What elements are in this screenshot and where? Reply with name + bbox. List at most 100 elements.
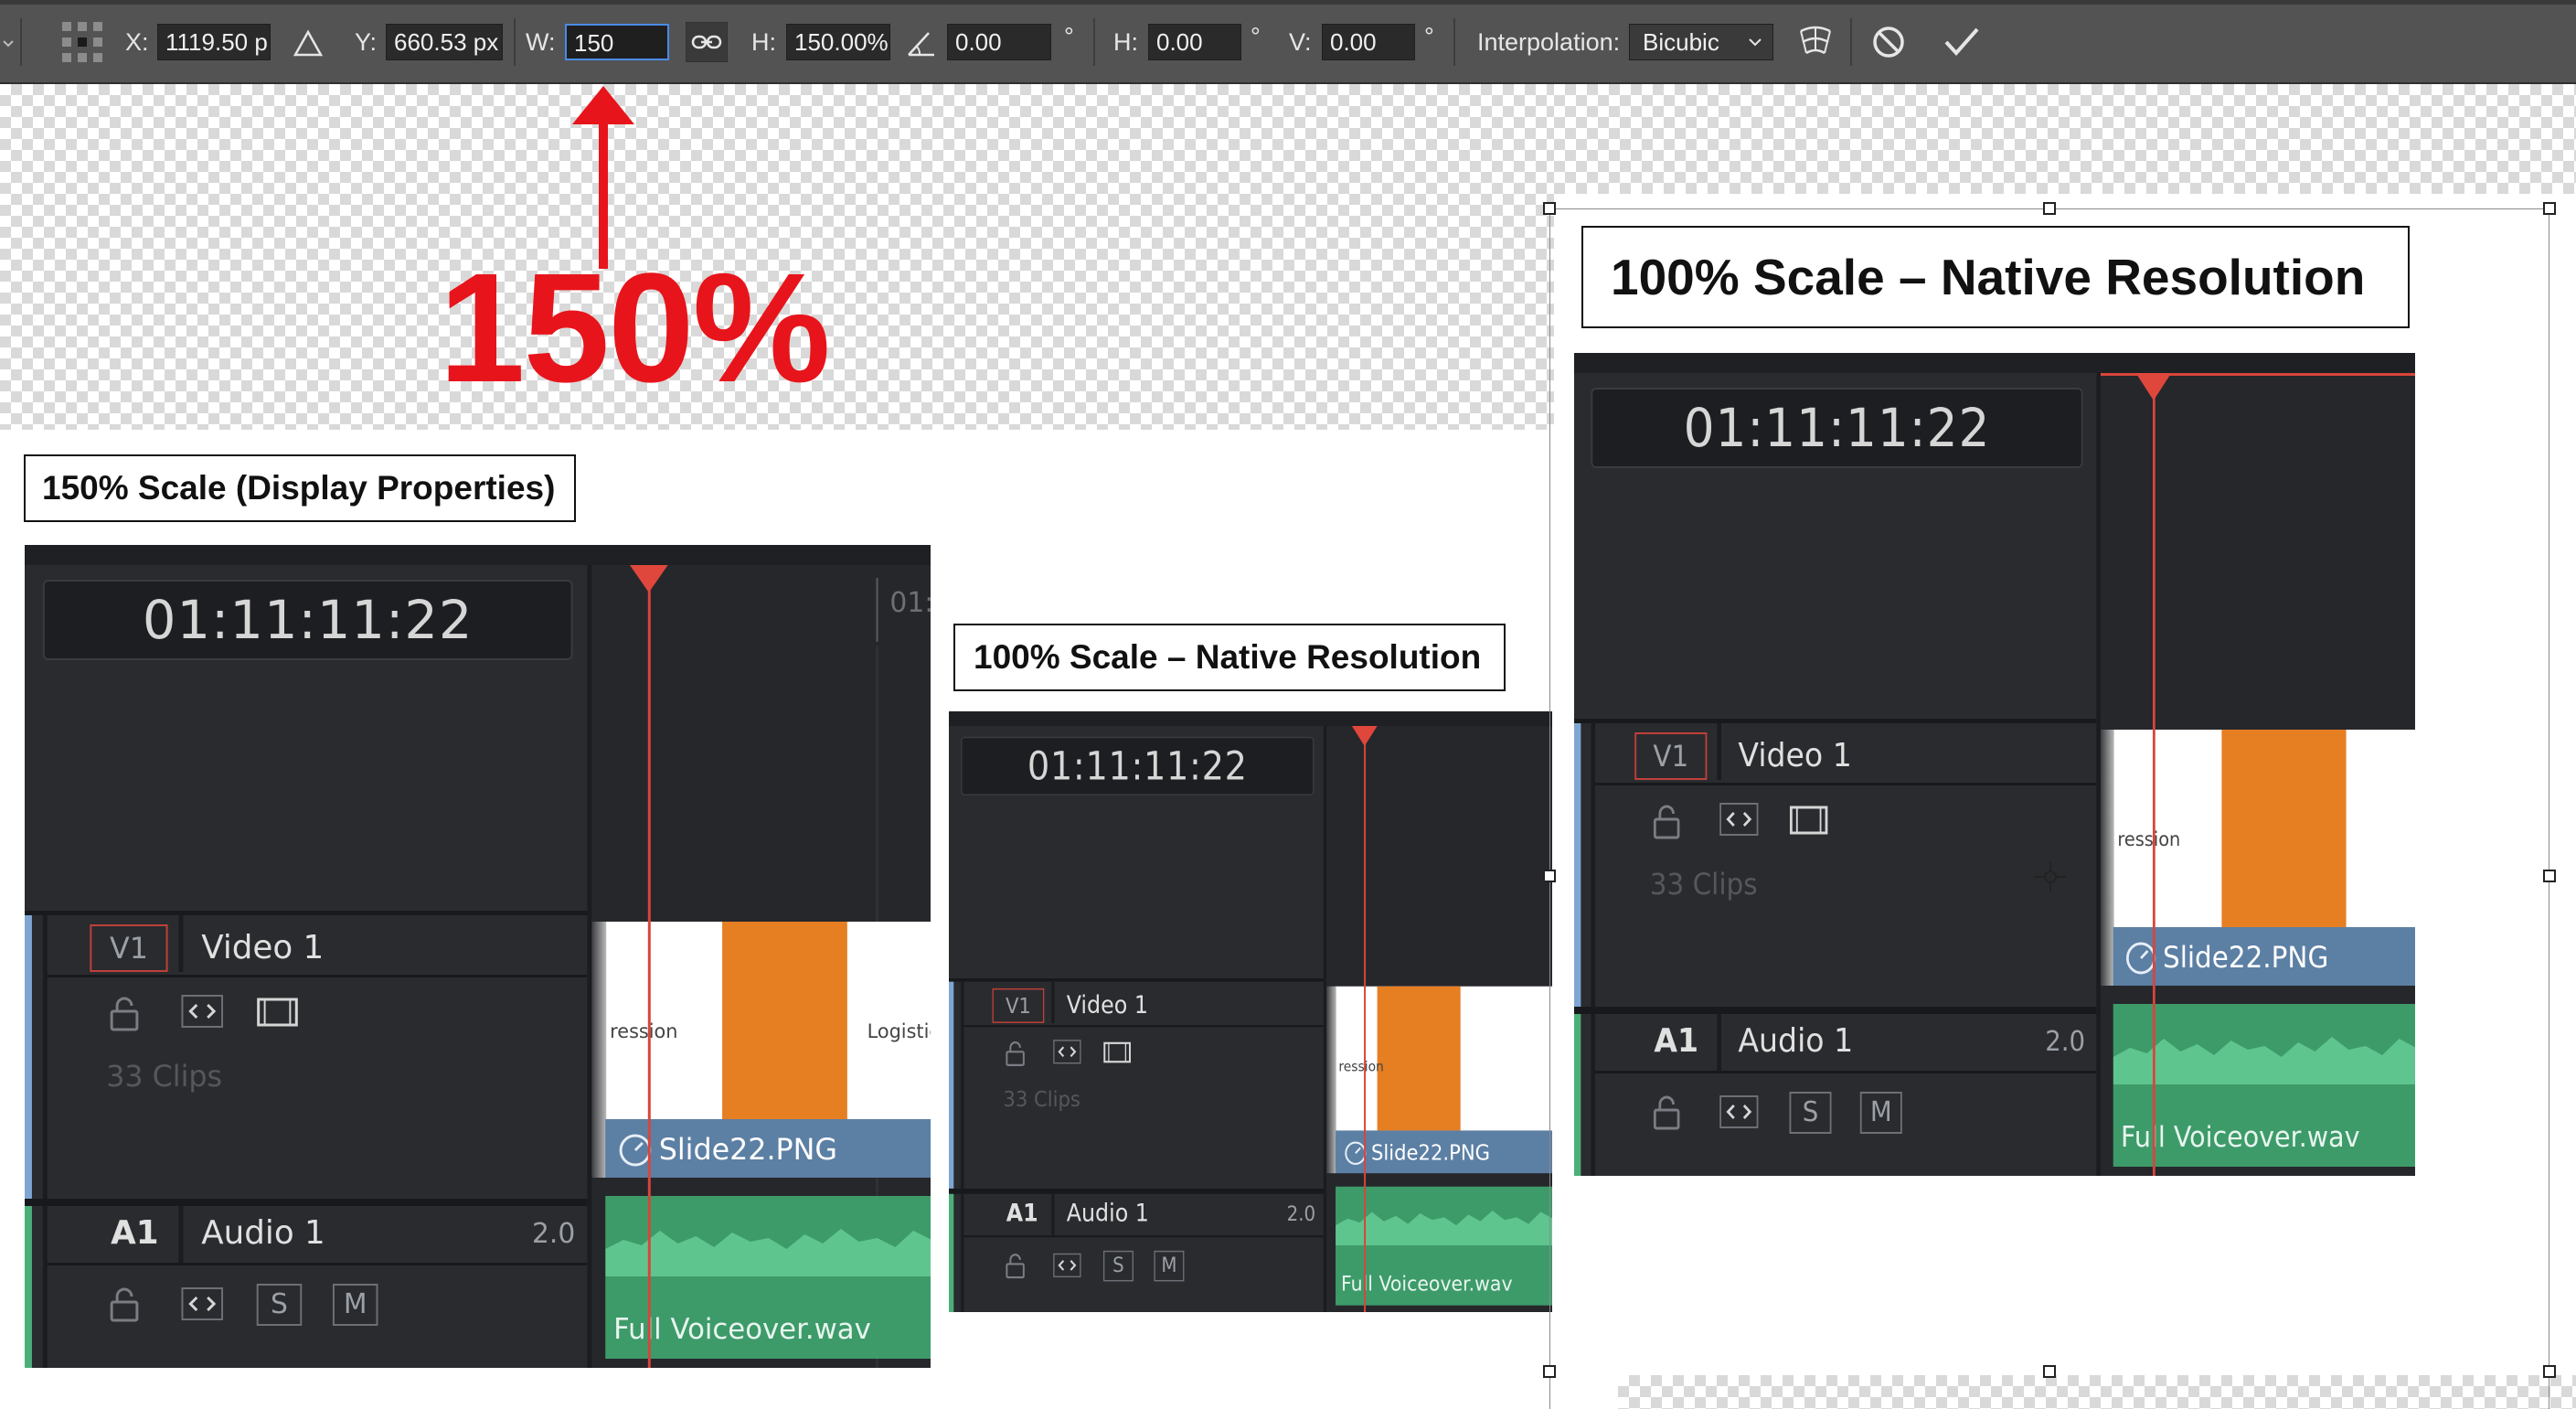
slide-orange-block bbox=[1377, 986, 1461, 1131]
transform-handle-middle-left[interactable] bbox=[1543, 870, 1556, 882]
video-track-badge[interactable]: V1 bbox=[90, 924, 168, 972]
track-color-divider bbox=[961, 1193, 964, 1312]
track-color-divider bbox=[961, 981, 964, 1189]
timeline-panel-native-small: 01:11:11:22 V1 Video 1 33 Clips A1 Audio… bbox=[949, 711, 1552, 1312]
audio-waveform bbox=[1336, 1211, 1552, 1245]
slide-text: ression bbox=[610, 1020, 678, 1042]
solo-button[interactable]: S bbox=[1102, 1250, 1134, 1282]
auto-select-icon[interactable] bbox=[181, 995, 224, 1028]
audio-clip-name: Full Voiceover.wav bbox=[1341, 1272, 1513, 1297]
playhead-marker[interactable] bbox=[629, 565, 668, 592]
height-input[interactable]: 150.00% bbox=[786, 24, 890, 60]
mute-button[interactable]: M bbox=[332, 1284, 378, 1326]
transform-center-crosshair-icon[interactable] bbox=[2035, 861, 2066, 897]
transform-handle-top-center[interactable] bbox=[2043, 202, 2056, 215]
audio-channel-format: 2.0 bbox=[531, 1218, 576, 1250]
x-position-input[interactable]: 1119.50 p bbox=[157, 24, 271, 60]
audio-track-badge[interactable]: A1 bbox=[1006, 1200, 1038, 1227]
lock-icon[interactable] bbox=[108, 1286, 141, 1327]
timecode-display: 01:11:11:22 bbox=[1027, 743, 1248, 789]
mute-button[interactable]: M bbox=[1154, 1250, 1185, 1282]
cancel-icon[interactable] bbox=[1870, 24, 1907, 65]
auto-select-icon[interactable] bbox=[1053, 1040, 1081, 1064]
lock-icon[interactable] bbox=[1005, 1040, 1027, 1070]
delta-icon[interactable] bbox=[293, 27, 324, 63]
skew-v-input[interactable]: 0.00 bbox=[1322, 24, 1415, 60]
h-label: H: bbox=[751, 28, 776, 56]
audio-track-color bbox=[949, 1193, 954, 1312]
timecode-display: 01:11:11:22 bbox=[142, 589, 474, 651]
track-badge-divider bbox=[178, 1206, 184, 1263]
angle-icon[interactable] bbox=[905, 27, 938, 63]
track-badge-divider bbox=[1051, 981, 1055, 1023]
degree-symbol: ° bbox=[1424, 23, 1434, 50]
panel-top-bar bbox=[949, 711, 1552, 727]
toolbar-separator bbox=[514, 18, 516, 66]
track-badge-divider bbox=[178, 915, 184, 972]
track-divider bbox=[25, 1199, 588, 1206]
chevron-down-icon bbox=[1747, 25, 1763, 59]
transform-handle-bottom-center[interactable] bbox=[2043, 1365, 2056, 1378]
audio-track-badge[interactable]: A1 bbox=[111, 1214, 158, 1252]
chevron-down-icon[interactable] bbox=[2, 37, 15, 54]
auto-select-icon[interactable] bbox=[1053, 1253, 1081, 1278]
toolbar-separator bbox=[1850, 18, 1852, 66]
playhead-line bbox=[1364, 726, 1367, 1312]
timeline-panel-150: 01:11:11:22 01: V1 Video 1 33 Clips A1 A… bbox=[25, 545, 931, 1368]
link-icon[interactable] bbox=[685, 21, 729, 67]
skew-h-label: H: bbox=[1113, 28, 1138, 56]
audio-waveform bbox=[605, 1229, 931, 1276]
clip-count: 33 Clips bbox=[106, 1059, 223, 1094]
transform-handle-bottom-right[interactable] bbox=[2543, 1365, 2556, 1378]
y-label: Y: bbox=[355, 28, 378, 56]
audio-channel-format: 2.0 bbox=[1286, 1202, 1316, 1226]
x-label: X: bbox=[125, 28, 149, 56]
playhead-line bbox=[647, 565, 651, 1368]
window-edge bbox=[0, 0, 2576, 5]
clip-edge bbox=[591, 922, 607, 1178]
degree-symbol: ° bbox=[1064, 23, 1074, 50]
width-input[interactable]: 150 bbox=[565, 24, 669, 60]
commit-icon[interactable] bbox=[1942, 24, 1982, 65]
slide-text: ression bbox=[1338, 1058, 1384, 1075]
playhead-marker[interactable] bbox=[1351, 726, 1378, 746]
rotation-angle-input[interactable]: 0.00 bbox=[947, 24, 1051, 60]
transform-handle-top-left[interactable] bbox=[1543, 202, 1556, 215]
audio-clip-name: Full Voiceover.wav bbox=[613, 1313, 871, 1346]
interpolation-value: Bicubic bbox=[1643, 28, 1719, 56]
skew-v-label: V: bbox=[1289, 28, 1312, 56]
solo-button[interactable]: S bbox=[256, 1284, 303, 1326]
video-toggle-icon[interactable] bbox=[257, 997, 299, 1028]
slide-orange-block bbox=[722, 922, 847, 1119]
toolbar-separator bbox=[20, 18, 22, 66]
skew-h-input[interactable]: 0.00 bbox=[1148, 24, 1241, 60]
video-track-name[interactable]: Video 1 bbox=[1067, 992, 1148, 1019]
transform-handle-top-right[interactable] bbox=[2543, 202, 2556, 215]
video-track-badge[interactable]: V1 bbox=[992, 987, 1045, 1023]
reference-point-icon[interactable] bbox=[60, 20, 104, 69]
audio-track-name[interactable]: Audio 1 bbox=[201, 1214, 325, 1252]
track-badge-divider bbox=[1051, 1193, 1055, 1236]
transform-handle-middle-right[interactable] bbox=[2543, 870, 2556, 882]
warp-icon[interactable] bbox=[1795, 22, 1836, 67]
lock-icon[interactable] bbox=[1005, 1252, 1027, 1282]
y-position-input[interactable]: 660.53 px bbox=[386, 24, 503, 60]
video-toggle-icon[interactable] bbox=[1103, 1041, 1131, 1064]
transform-bounding-box[interactable] bbox=[1549, 208, 2549, 1409]
track-divider bbox=[25, 911, 588, 915]
track-row-divider bbox=[47, 975, 588, 977]
lock-icon[interactable] bbox=[108, 995, 141, 1036]
ruler-tick bbox=[876, 578, 878, 642]
toolbar-separator bbox=[1093, 18, 1095, 66]
transform-handle-bottom-left[interactable] bbox=[1543, 1365, 1556, 1378]
audio-track-color bbox=[25, 1206, 32, 1368]
degree-symbol: ° bbox=[1251, 23, 1261, 50]
panel-top-bar bbox=[25, 545, 931, 565]
options-bar: X: 1119.50 p Y: 660.53 px W: 150 H: 150.… bbox=[0, 0, 2576, 84]
document-canvas[interactable]: 150% 150% Scale (Display Properties) 100… bbox=[0, 84, 2576, 1409]
audio-track-name[interactable]: Audio 1 bbox=[1067, 1200, 1149, 1227]
interpolation-select[interactable]: Bicubic bbox=[1629, 24, 1773, 60]
video-track-name[interactable]: Video 1 bbox=[201, 929, 324, 966]
toolbar-separator bbox=[1453, 18, 1455, 66]
auto-select-icon[interactable] bbox=[181, 1287, 224, 1320]
